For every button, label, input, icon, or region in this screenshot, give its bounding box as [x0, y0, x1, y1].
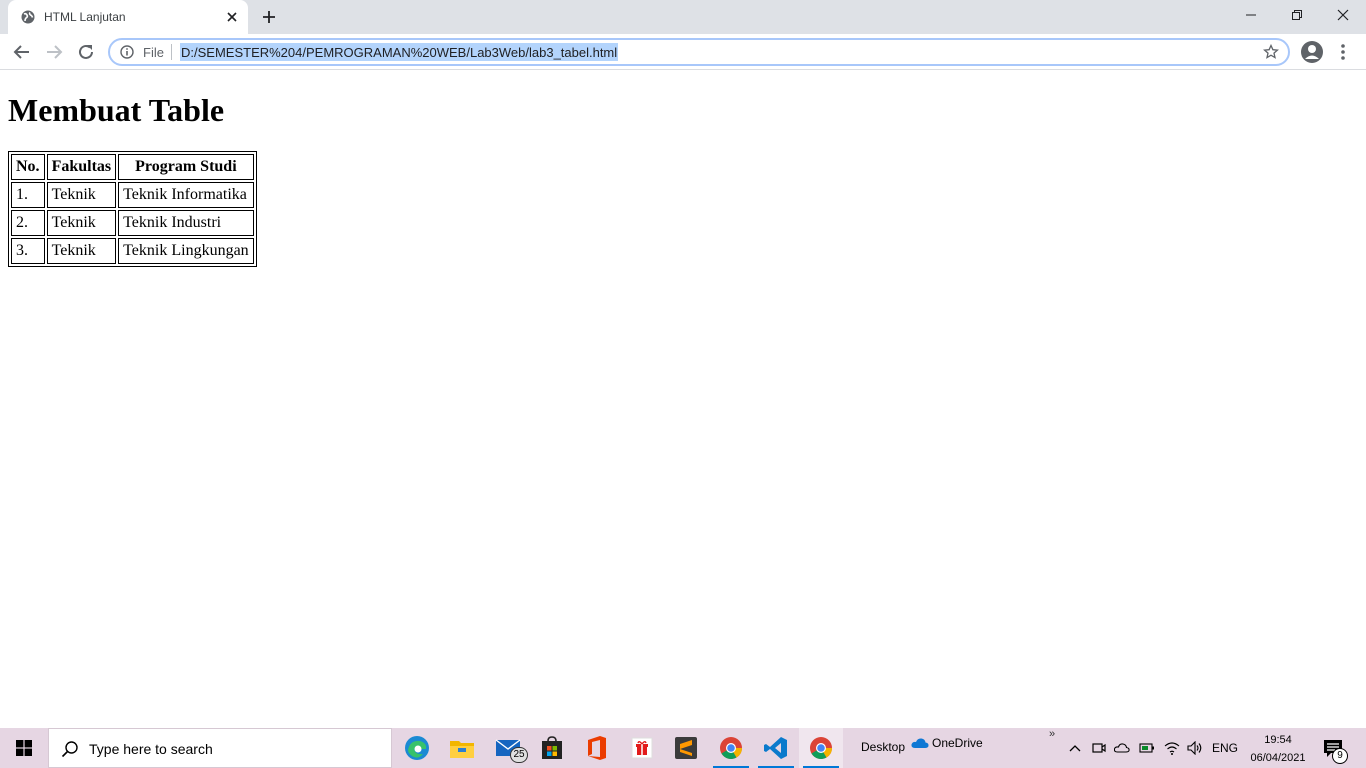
taskbar-app-chrome[interactable] [709, 728, 753, 768]
taskbar-search-box[interactable]: Type here to search [48, 728, 392, 768]
taskbar-app-file-explorer[interactable] [440, 728, 484, 768]
table-cell-program-studi: Teknik Industri [118, 210, 254, 236]
taskbar-app-sublime-text[interactable] [664, 728, 708, 768]
forward-button[interactable] [42, 40, 66, 64]
chrome-icon [720, 737, 742, 759]
data-table: No. Fakultas Program Studi 1. Teknik Tek… [8, 151, 257, 267]
url-scheme-label: File [143, 45, 164, 60]
taskbar-clock[interactable]: 19:54 06/04/2021 [1244, 732, 1312, 766]
browser-menu-button[interactable] [1334, 42, 1352, 62]
close-icon [1337, 9, 1349, 21]
table-cell-no: 1. [11, 182, 45, 208]
back-button[interactable] [10, 40, 34, 64]
tab-title: HTML Lanjutan [44, 10, 126, 24]
table-cell-fakultas: Teknik [46, 182, 117, 208]
start-button[interactable] [0, 728, 48, 768]
sublime-text-icon [675, 737, 697, 759]
onedrive-label[interactable]: OneDrive [932, 736, 983, 750]
table-row: 3. Teknik Teknik Lingkungan [11, 238, 254, 264]
mail-unread-badge: 25 [510, 747, 528, 763]
table-row: 2. Teknik Teknik Industri [11, 210, 254, 236]
chrome-icon [810, 737, 832, 759]
table-cell-no: 3. [11, 238, 45, 264]
table-cell-program-studi: Teknik Lingkungan [118, 238, 254, 264]
taskbar-app-office[interactable] [575, 728, 619, 768]
browser-tabstrip: HTML Lanjutan [0, 0, 1366, 34]
table-cell-fakultas: Teknik [46, 238, 117, 264]
file-explorer-icon [450, 741, 474, 758]
table-cell-program-studi: Teknik Informatika [118, 182, 254, 208]
taskbar-app-mail[interactable]: 25 [486, 728, 530, 768]
table-cell-no: 2. [11, 210, 45, 236]
back-arrow-icon [13, 45, 29, 59]
volume-icon[interactable] [1186, 739, 1204, 757]
close-tab-icon[interactable] [224, 9, 240, 25]
new-tab-icon[interactable] [260, 8, 278, 26]
url-text[interactable]: D:/SEMESTER%204/PEMROGRAMAN%20WEB/Lab3We… [180, 43, 619, 61]
edge-icon [405, 736, 429, 760]
office-icon [588, 736, 606, 760]
tray-show-hidden-icon[interactable] [1066, 739, 1084, 757]
clock-time: 19:54 [1264, 734, 1292, 746]
windows-taskbar: Type here to search 25 Desktop OneDrive … [0, 728, 1366, 768]
toolbar-overflow-icon[interactable]: » [1049, 728, 1055, 740]
page-content: Membuat Table No. Fakultas Program Studi… [0, 71, 1366, 728]
restore-button[interactable] [1274, 0, 1320, 30]
minimize-icon [1246, 14, 1256, 16]
windows-logo-icon [16, 740, 32, 756]
forward-arrow-icon [47, 45, 63, 59]
notification-count-badge: 9 [1332, 748, 1348, 764]
table-cell-fakultas: Teknik [46, 210, 117, 236]
vscode-icon [764, 737, 787, 759]
store-icon [542, 736, 562, 759]
onedrive-cloud-icon [911, 738, 929, 748]
meet-now-icon[interactable] [1090, 739, 1108, 757]
minimize-button[interactable] [1228, 0, 1274, 30]
restore-icon [1292, 10, 1302, 20]
column-header-no: No. [11, 154, 45, 180]
address-bar[interactable]: File D:/SEMESTER%204/PEMROGRAMAN%20WEB/L… [108, 38, 1290, 66]
taskbar-app-store[interactable] [530, 728, 574, 768]
battery-icon[interactable] [1138, 739, 1156, 757]
column-header-fakultas: Fakultas [46, 154, 117, 180]
omnibox-separator [171, 44, 172, 60]
reload-icon [79, 44, 93, 59]
search-icon [61, 741, 78, 758]
more-vert-icon [1341, 44, 1345, 60]
close-window-button[interactable] [1320, 0, 1366, 30]
input-language-indicator[interactable]: ENG [1212, 741, 1238, 755]
page-heading: Membuat Table [8, 92, 225, 128]
taskbar-app-edge[interactable] [395, 728, 439, 768]
profile-avatar-icon[interactable] [1300, 40, 1324, 64]
taskbar-app-gift[interactable] [620, 728, 664, 768]
clock-date: 06/04/2021 [1250, 752, 1306, 764]
gift-icon [631, 737, 653, 759]
wifi-icon[interactable] [1163, 739, 1181, 757]
bookmark-star-icon[interactable] [1263, 44, 1279, 60]
browser-tab-active[interactable]: HTML Lanjutan [8, 0, 248, 34]
table-row: 1. Teknik Teknik Informatika [11, 182, 254, 208]
desktop-toolbar-label[interactable]: Desktop [861, 740, 905, 754]
taskbar-app-vscode[interactable] [754, 728, 798, 768]
reload-button[interactable] [74, 40, 98, 64]
info-icon[interactable] [120, 45, 134, 59]
browser-toolbar: File D:/SEMESTER%204/PEMROGRAMAN%20WEB/L… [0, 34, 1366, 70]
search-placeholder: Type here to search [89, 741, 213, 757]
onedrive-tray-icon[interactable] [1113, 739, 1131, 757]
column-header-program-studi: Program Studi [118, 154, 254, 180]
globe-icon [21, 10, 35, 24]
taskbar-app-chrome-current[interactable] [799, 728, 843, 768]
table-header-row: No. Fakultas Program Studi [11, 154, 254, 180]
